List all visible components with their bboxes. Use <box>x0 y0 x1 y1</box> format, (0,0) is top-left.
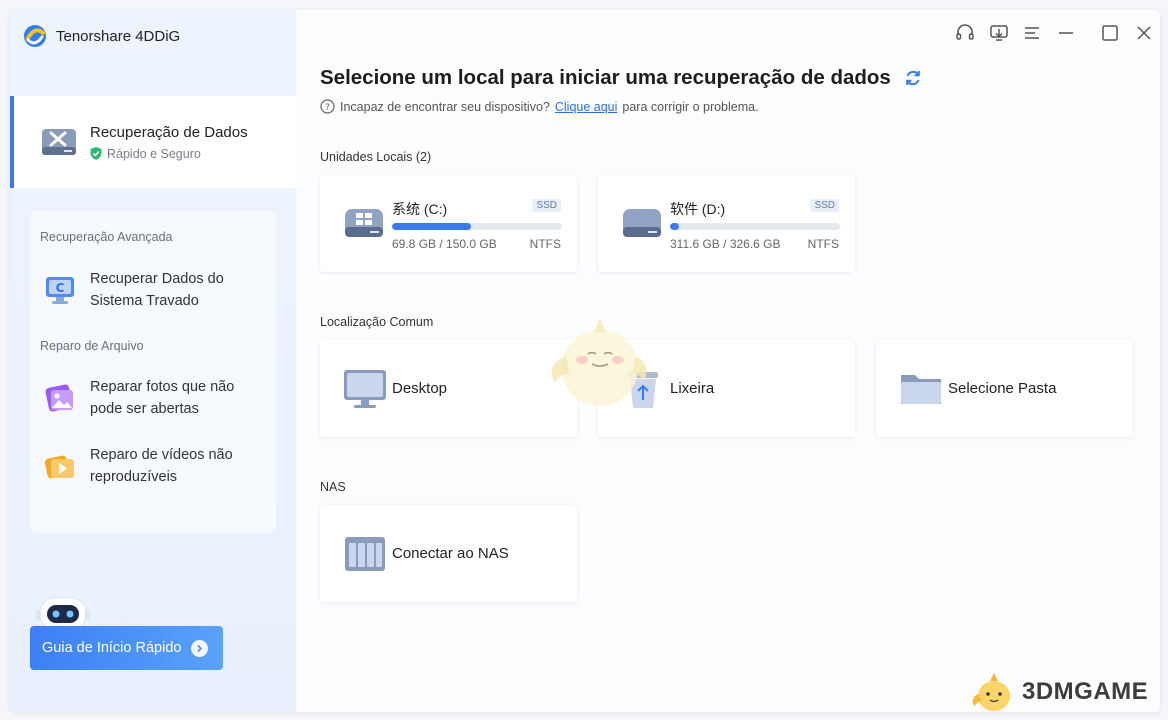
menu-icon <box>1025 27 1039 39</box>
monitor-download-icon <box>990 25 1008 41</box>
refresh-icon[interactable] <box>903 68 923 88</box>
label-line: Reparo de vídeos não <box>90 447 233 463</box>
minimize-icon <box>1059 32 1073 34</box>
section-heading-file-repair: Reparo de Arquivo <box>40 339 144 353</box>
page-title-text: Selecione um local para iniciar uma recu… <box>320 66 891 89</box>
maximize-button[interactable] <box>1099 22 1121 44</box>
app-logo-icon <box>24 25 46 47</box>
drive-card-d[interactable]: 软件 (D:) SSD 311.6 GB / 326.6 GB NTFS <box>598 175 855 272</box>
sidebar-item-photo-repair[interactable]: Reparar fotos que não pode ser abertas <box>42 376 272 420</box>
close-button[interactable] <box>1133 22 1155 44</box>
sidebar-item-data-recovery[interactable]: Recuperação de Dados Rápido e Seguro <box>10 96 296 188</box>
drive-usage-bar <box>392 223 562 230</box>
menu-button[interactable] <box>1021 22 1043 44</box>
drive-tools-icon <box>42 129 76 155</box>
common-locations-label: Localização Comum <box>320 315 434 329</box>
local-drives-label: Unidades Locais (2) <box>320 150 432 164</box>
location-card-select-folder[interactable]: Selecione Pasta <box>876 340 1133 437</box>
photo-repair-icon <box>45 384 73 412</box>
bird-logo-icon <box>972 673 1010 711</box>
hint-text: Incapaz de encontrar seu dispositivo? <box>340 99 550 114</box>
drive-size: 69.8 GB / 150.0 GB <box>392 237 497 251</box>
app-window: Tenorshare 4DDiG Recuperação de Dados Rá… <box>10 10 1160 712</box>
nas-card[interactable]: Conectar ao NAS <box>320 505 577 602</box>
brand: Tenorshare 4DDiG <box>22 23 180 49</box>
bird-mascot-icon <box>551 320 647 406</box>
nas-label: NAS <box>320 480 346 494</box>
app-title: Tenorshare 4DDiG <box>56 27 181 45</box>
watermark-text: 3DMGAME <box>1022 678 1149 705</box>
quick-start-guide-label: Guia de Início Rápido <box>42 640 182 656</box>
location-label: Conectar ao NAS <box>392 545 509 562</box>
chevron-right-icon <box>191 639 209 657</box>
close-icon <box>1137 26 1151 40</box>
video-repair-icon <box>44 455 74 479</box>
monitor-c-icon: C <box>46 277 74 304</box>
drive-type-badge: SSD <box>810 199 839 212</box>
minimize-button[interactable] <box>1055 22 1077 44</box>
page-title: Selecione um local para iniciar uma recu… <box>320 66 923 90</box>
click-here-link[interactable]: Clique aqui <box>555 100 618 114</box>
drive-filesystem: NTFS <box>529 237 561 251</box>
drive-card-c[interactable]: 系统 (C:) SSD 69.8 GB / 150.0 GB NTFS <box>320 175 577 272</box>
question-circle-icon: ? <box>320 99 335 114</box>
sidebar: Tenorshare 4DDiG Recuperação de Dados Rá… <box>10 10 296 712</box>
drive-name: 系统 (C:) <box>392 201 448 217</box>
watermark: 3DMGAME <box>970 670 1148 714</box>
quick-start-guide-button[interactable]: Guia de Início Rápido <box>30 626 223 670</box>
device-hint: ? Incapaz de encontrar seu dispositivo? … <box>320 99 759 114</box>
desktop-monitor-icon <box>344 370 386 408</box>
headset-icon <box>956 24 974 40</box>
maximize-icon <box>1102 25 1118 41</box>
advanced-panel: Recuperação Avançada C Recuperar Dados d… <box>30 210 276 533</box>
label-line: reproduzíveis <box>90 469 178 485</box>
drive-filesystem: NTFS <box>807 237 839 251</box>
folder-icon <box>901 375 941 404</box>
drive-size: 311.6 GB / 326.6 GB <box>670 237 781 251</box>
hint-text-after: para corrigir o problema. <box>622 99 759 114</box>
label-line: Recuperar Dados do <box>90 271 224 287</box>
download-update-button[interactable] <box>988 22 1010 44</box>
sidebar-item-data-recovery-subtitle: Rápido e Seguro <box>90 147 248 161</box>
nas-server-icon <box>345 537 385 571</box>
subtitle-text: Rápido e Seguro <box>107 146 201 161</box>
label-line: Reparar fotos que não <box>90 379 235 395</box>
sidebar-item-video-repair[interactable]: Reparo de vídeos não reproduzíveis <box>42 444 272 488</box>
drive-usage-bar <box>670 223 840 230</box>
drive-type-badge: SSD <box>532 199 561 212</box>
svg-text:?: ? <box>325 103 330 113</box>
windows-drive-icon <box>345 209 383 237</box>
drive-usage-fill <box>670 223 679 230</box>
sidebar-item-data-recovery-label: Recuperação de Dados <box>90 123 248 141</box>
svg-text:C: C <box>56 281 65 295</box>
section-heading-advanced: Recuperação Avançada <box>40 230 173 244</box>
drive-name: 软件 (D:) <box>670 201 726 217</box>
shield-check-icon <box>90 147 102 160</box>
label-line: pode ser abertas <box>90 401 199 417</box>
location-label: Desktop <box>392 380 448 397</box>
main-content: Selecione um local para iniciar uma recu… <box>296 10 1160 712</box>
support-headset-button[interactable] <box>954 22 976 44</box>
drive-usage-fill <box>392 223 472 230</box>
location-label: Lixeira <box>670 380 715 397</box>
location-label: Selecione Pasta <box>948 380 1057 397</box>
sidebar-item-crashed-system[interactable]: C Recuperar Dados do Sistema Travado <box>42 268 272 312</box>
drive-icon <box>623 209 661 237</box>
location-card-desktop[interactable]: Desktop <box>320 340 577 437</box>
label-line: Sistema Travado <box>90 293 199 309</box>
